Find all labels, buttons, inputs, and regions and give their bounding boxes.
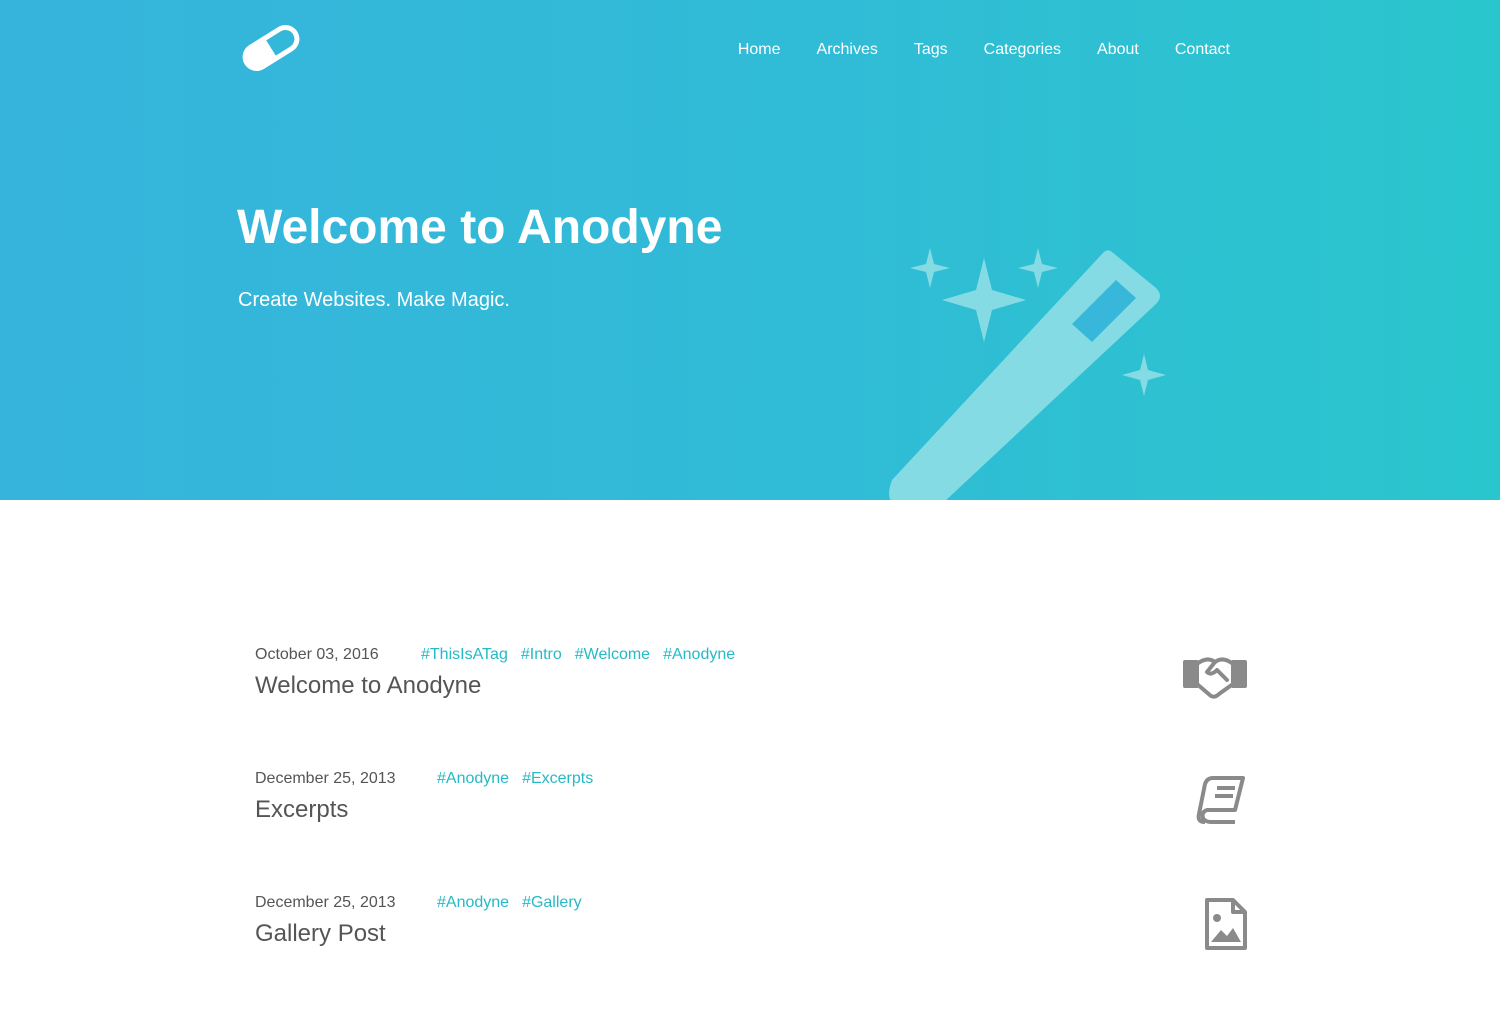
- nav-home[interactable]: Home: [738, 40, 781, 60]
- post-date: December 25, 2013: [255, 894, 396, 911]
- tag-link[interactable]: #ThisIsATag: [421, 646, 508, 664]
- nav-tags[interactable]: Tags: [914, 40, 948, 60]
- hero-banner: Home Archives Tags Categories About Cont…: [0, 0, 1500, 500]
- list-item: October 03, 2016 #ThisIsATag #Intro #Wel…: [255, 640, 1247, 764]
- nav-contact[interactable]: Contact: [1175, 40, 1230, 60]
- tag-link[interactable]: #Anodyne: [437, 894, 509, 912]
- book-icon: [1196, 776, 1245, 824]
- list-item: December 25, 2013 #Anodyne #Gallery Gall…: [255, 888, 1247, 1012]
- image-file-icon: [1205, 898, 1247, 950]
- magic-wand-icon: [889, 248, 1166, 500]
- hero-subtitle: Create Websites. Make Magic.: [238, 289, 510, 311]
- post-title-link[interactable]: Welcome to Anodyne: [255, 671, 1247, 701]
- main-nav: Home Archives Tags Categories About Cont…: [702, 40, 1230, 60]
- post-tags: #Anodyne #Gallery: [437, 894, 595, 912]
- handshake-icon: [1183, 657, 1247, 699]
- post-tags: #Anodyne #Excerpts: [437, 770, 606, 788]
- nav-about[interactable]: About: [1097, 40, 1139, 60]
- tag-link[interactable]: #Anodyne: [437, 770, 509, 788]
- post-meta: December 25, 2013 #Anodyne #Gallery: [255, 888, 1247, 918]
- post-title-link[interactable]: Excerpts: [255, 795, 1247, 825]
- tag-link[interactable]: #Gallery: [522, 894, 582, 912]
- tag-link[interactable]: #Intro: [521, 646, 562, 664]
- nav-archives[interactable]: Archives: [817, 40, 878, 60]
- post-title-link[interactable]: Gallery Post: [255, 919, 1247, 949]
- post-date: December 25, 2013: [255, 770, 396, 787]
- hero-title: Welcome to Anodyne: [237, 201, 723, 254]
- post-list: October 03, 2016 #ThisIsATag #Intro #Wel…: [255, 640, 1247, 1012]
- post-date: October 03, 2016: [255, 646, 379, 663]
- tag-link[interactable]: #Anodyne: [663, 646, 735, 664]
- tag-link[interactable]: #Excerpts: [522, 770, 593, 788]
- nav-categories[interactable]: Categories: [984, 40, 1061, 60]
- tag-link[interactable]: #Welcome: [575, 646, 650, 664]
- pill-icon[interactable]: [237, 21, 305, 75]
- list-item: December 25, 2013 #Anodyne #Excerpts Exc…: [255, 764, 1247, 888]
- post-meta: October 03, 2016 #ThisIsATag #Intro #Wel…: [255, 640, 1247, 670]
- post-tags: #ThisIsATag #Intro #Welcome #Anodyne: [421, 646, 748, 664]
- post-meta: December 25, 2013 #Anodyne #Excerpts: [255, 764, 1247, 794]
